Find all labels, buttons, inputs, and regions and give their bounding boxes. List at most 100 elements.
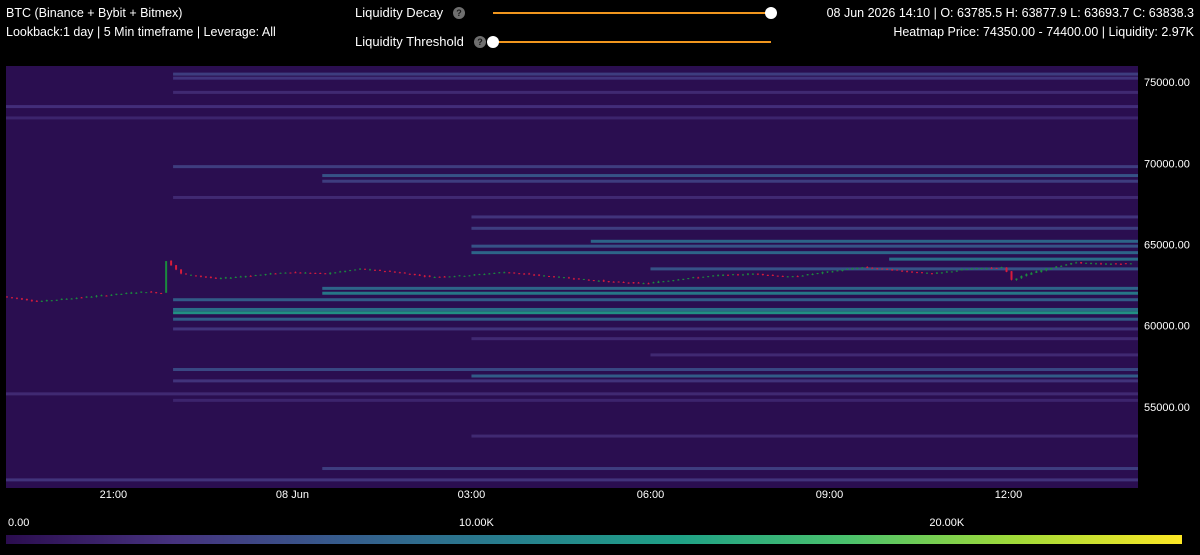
- candle-body: [831, 271, 834, 273]
- y-axis: 75000.00 70000.00 65000.00 60000.00 55000.00: [1144, 77, 1190, 414]
- candle-body: [866, 266, 869, 268]
- candle-body: [856, 268, 859, 270]
- candle-body: [1104, 263, 1107, 265]
- candle-body: [543, 275, 546, 277]
- candle-body: [274, 273, 277, 275]
- candle-body: [165, 261, 168, 293]
- candle-body: [796, 276, 799, 278]
- candle-body: [10, 297, 13, 299]
- candle-body: [483, 274, 486, 276]
- candle-body: [95, 295, 98, 297]
- candle-body: [135, 292, 138, 294]
- x-tick-label: 12:00: [995, 489, 1023, 501]
- candle-body: [1129, 263, 1132, 265]
- candle-body: [677, 279, 680, 281]
- candle-body: [1114, 263, 1117, 265]
- candle-body: [513, 272, 516, 274]
- candle-body: [418, 274, 421, 276]
- candle-body: [548, 275, 551, 277]
- candle-body: [433, 277, 436, 279]
- candle-body: [334, 272, 337, 274]
- candle-body: [1085, 262, 1088, 264]
- candle-body: [1109, 263, 1112, 265]
- candle-body: [269, 273, 272, 275]
- liquidity-band: [173, 76, 1139, 80]
- decay-slider-handle[interactable]: [765, 7, 777, 19]
- candle-body: [309, 272, 312, 274]
- candle-body: [940, 272, 943, 274]
- candle-body: [1090, 263, 1093, 265]
- candle-body: [264, 274, 267, 276]
- candle-body: [314, 272, 317, 274]
- candle-body: [876, 268, 879, 270]
- candle-body: [1030, 272, 1033, 275]
- question-circle-icon[interactable]: ?: [453, 7, 465, 19]
- candle-body: [567, 277, 570, 279]
- candle-body: [453, 276, 456, 278]
- candle-body: [229, 277, 232, 279]
- candle-body: [985, 268, 988, 270]
- candle-body: [990, 267, 993, 269]
- liquidity-band: [173, 195, 1139, 199]
- candle-body: [722, 274, 725, 276]
- candle-body: [160, 293, 163, 295]
- price-candles: [6, 260, 1132, 302]
- candle-body: [911, 271, 914, 273]
- candle-body: [80, 297, 83, 299]
- liquidity-band: [6, 105, 1138, 109]
- candle-body: [980, 268, 983, 270]
- candle-body: [65, 298, 68, 300]
- candle-body: [189, 274, 192, 276]
- candle-body: [901, 270, 904, 272]
- candle-body: [950, 271, 953, 273]
- decay-slider-track[interactable]: [493, 12, 771, 14]
- liquidity-band: [471, 215, 1139, 219]
- candle-body: [299, 272, 302, 274]
- candle-body: [642, 283, 645, 285]
- question-circle-icon[interactable]: ?: [474, 36, 486, 48]
- candle-body: [761, 273, 764, 276]
- candle-body: [508, 272, 511, 274]
- x-tick-label: 21:00: [100, 489, 128, 501]
- candle-body: [955, 270, 958, 272]
- liquidity-band: [173, 398, 1139, 402]
- candle-body: [562, 277, 565, 279]
- colorbar-gradient: [6, 535, 1182, 544]
- liquidation-heatmap-chart: 75000.00 70000.00 65000.00 60000.00 55000.00…: [6, 66, 1190, 544]
- candle-body: [702, 276, 705, 278]
- candle-body: [627, 282, 630, 284]
- colorbar-tick-label: 20.00K: [929, 517, 965, 529]
- candle-body: [692, 277, 695, 279]
- candle-body: [20, 298, 23, 300]
- candle-body: [766, 274, 769, 276]
- candle-body: [254, 275, 257, 277]
- candle-body: [672, 280, 675, 282]
- threshold-slider-track[interactable]: [493, 41, 771, 43]
- candle-body: [1025, 274, 1028, 276]
- candle-body: [786, 276, 789, 278]
- candle-body: [408, 273, 411, 275]
- candle-body: [55, 299, 58, 301]
- candle-body: [746, 273, 749, 275]
- candle-body: [170, 260, 173, 266]
- candle-body: [1124, 263, 1127, 265]
- candle-body: [557, 276, 560, 278]
- candle-body: [70, 298, 73, 300]
- heatmap-background: [6, 66, 1138, 488]
- candle-body: [781, 276, 784, 278]
- liquidity-band: [471, 251, 1139, 255]
- candle-body: [498, 272, 501, 274]
- threshold-slider-handle[interactable]: [487, 36, 499, 48]
- liquidity-band: [471, 226, 1139, 230]
- liquidity-band: [173, 90, 1139, 94]
- candle-body: [60, 298, 63, 300]
- candle-body: [403, 272, 406, 274]
- candle-body: [239, 276, 242, 278]
- candle-body: [75, 297, 78, 299]
- liquidity-band: [173, 327, 1139, 331]
- candle-body: [851, 268, 854, 270]
- liquidity-band: [322, 291, 1138, 295]
- candle-body: [105, 295, 108, 297]
- candle-body: [871, 267, 874, 269]
- candle-body: [826, 271, 829, 273]
